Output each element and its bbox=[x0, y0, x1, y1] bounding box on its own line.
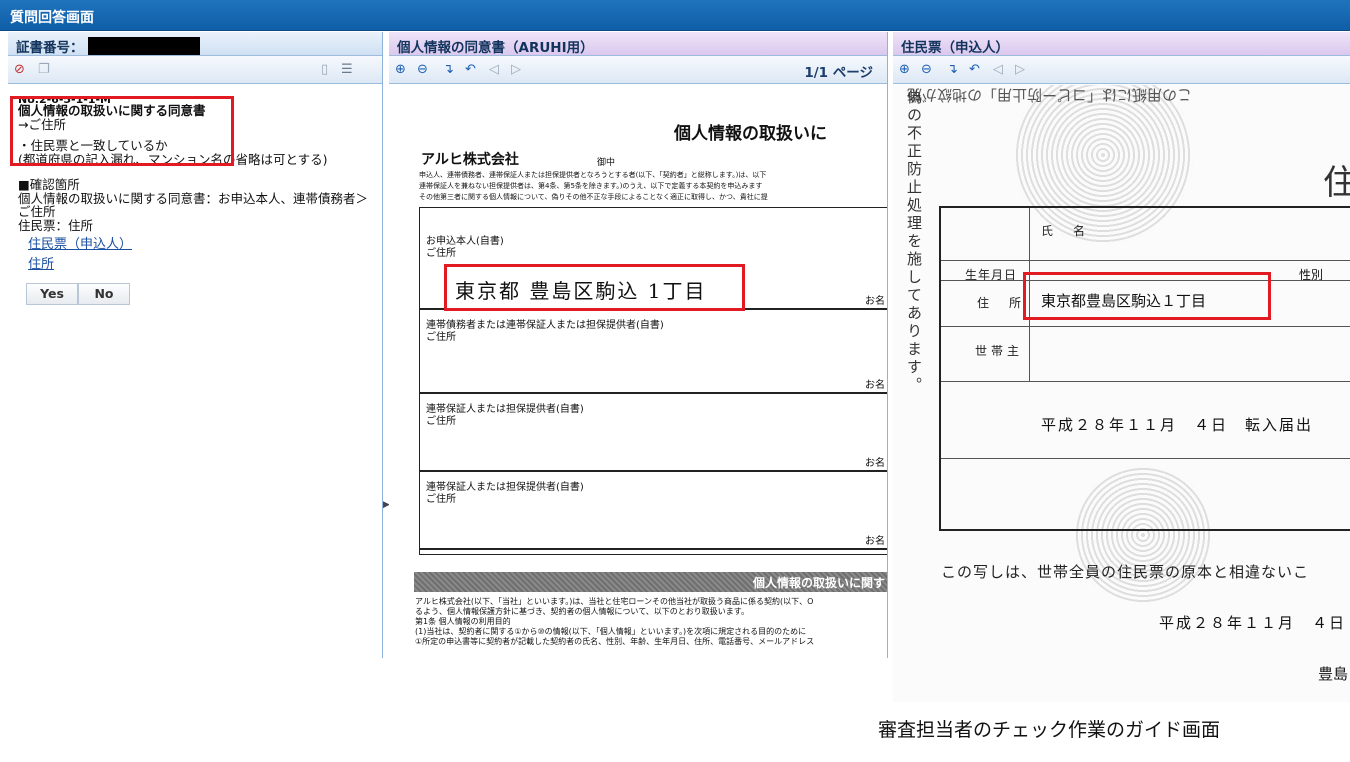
table-rule bbox=[941, 381, 1350, 382]
consent-band: 個人情報の取扱いに関す bbox=[414, 572, 887, 592]
body-line: ①所定の申込書等に契約者が記載した契約者の氏名、性別、年齢、生年月日、住所、電話… bbox=[415, 637, 815, 646]
zoom-out-icon[interactable]: ⊖ bbox=[921, 62, 932, 78]
guide-panel: 証書番号： ⊘ ❐ ▯ ☰ No.2-6-5-1-1-M 個人情報の取扱いに関す… bbox=[8, 32, 383, 658]
no-button[interactable]: No bbox=[78, 283, 130, 305]
name-label: お名 bbox=[865, 458, 885, 469]
list-view-icon[interactable]: ☰ bbox=[341, 62, 353, 78]
address-field-label: 住 所 bbox=[977, 296, 1026, 310]
screen-caption: 審査担当者のチェック作業のガイド画面 bbox=[878, 719, 1221, 741]
copy-guard-text: この用紙には「コピー防止用」の地紋が施 bbox=[907, 86, 1193, 104]
consent-doc-heading: 個人情報の取扱いに bbox=[674, 124, 827, 144]
viewer-toolbar: ⊕ ⊖ ↴ ↶ ◁ ▷ 1/1 ページ bbox=[389, 56, 887, 84]
name-label: お名 bbox=[865, 296, 885, 307]
table-rule bbox=[941, 260, 1350, 261]
zoom-out-icon[interactable]: ⊖ bbox=[417, 62, 428, 78]
onchu-label: 御中 bbox=[597, 158, 616, 168]
prev-page-icon[interactable]: ◁ bbox=[993, 62, 1003, 78]
guide-toolbar: ⊘ ❐ ▯ ☰ bbox=[8, 56, 382, 84]
zoom-in-icon[interactable]: ⊕ bbox=[899, 62, 910, 78]
household-head-label: 世帯主 bbox=[975, 344, 1024, 358]
intro-line: 連帯保証人を兼ねない担保提供者は、第4条、第5条を除きます。)のうえ、以下で定義… bbox=[419, 182, 763, 190]
table-rule bbox=[941, 458, 1350, 459]
residence-certificate-image: この用紙には「コピー防止用」の地紋が施 偽の不正防止処理を施してあります。 住 … bbox=[893, 85, 1350, 702]
page-icon[interactable]: ▯ bbox=[321, 62, 328, 78]
section-joint-debtor: 連帯債務者または連帯保証人または担保提供者(自書) ご住所 bbox=[426, 320, 664, 344]
section-divider bbox=[420, 548, 887, 550]
intro-text: 申込人、連帯債務者、連帯保証人または担保提供者となろうとする者(以下、「契約者」… bbox=[419, 170, 887, 203]
section-guarantor-1: 連帯保証人または担保提供者(自書) ご住所 bbox=[426, 404, 584, 428]
highlight-handwritten-address bbox=[444, 264, 745, 311]
zoom-in-icon[interactable]: ⊕ bbox=[395, 62, 406, 78]
body-line: アルヒ株式会社(以下、「当社」といいます。)は、当社と住宅ローンその他当社が取扱… bbox=[415, 597, 814, 606]
next-page-icon[interactable]: ▷ bbox=[511, 62, 521, 78]
certificate-number-label: 証書番号： bbox=[16, 40, 84, 56]
intro-line: 申込人、連帯債務者、連帯保証人または担保提供者となろうとする者(以下、「契約者」… bbox=[419, 171, 767, 179]
rotate-left-icon[interactable]: ↶ bbox=[969, 62, 980, 78]
next-page-icon[interactable]: ▷ bbox=[1015, 62, 1025, 78]
section-divider bbox=[420, 470, 887, 472]
yes-button[interactable]: Yes bbox=[26, 283, 78, 305]
link-juminhyo[interactable]: 住民票（申込人） bbox=[28, 238, 132, 252]
viewer-toolbar: ⊕ ⊖ ↴ ↶ ◁ ▷ bbox=[893, 56, 1350, 84]
rotate-right-icon[interactable]: ↴ bbox=[947, 62, 958, 78]
rotate-left-icon[interactable]: ↶ bbox=[465, 62, 476, 78]
yes-no-group: Yes No bbox=[26, 283, 378, 305]
issuer-fragment: 豊島 bbox=[1317, 665, 1348, 683]
guide-confirm-heading: ■確認箇所 bbox=[18, 177, 80, 192]
vertical-notice: 偽の不正防止処理を施してあります。 bbox=[905, 89, 923, 395]
section-divider bbox=[420, 392, 887, 394]
section-title: お申込本人(自書) bbox=[426, 236, 504, 247]
band-title: 個人情報の取扱いに関す bbox=[752, 576, 885, 590]
highlight-guide-box bbox=[10, 96, 234, 166]
section-title: 連帯保証人または担保提供者(自書) bbox=[426, 404, 584, 415]
body-line: 第1条 個人情報の利用目的 bbox=[415, 617, 511, 626]
residence-panel-header: 住民票（申込人） bbox=[893, 32, 1350, 56]
certificate-title-char: 住 bbox=[1323, 163, 1350, 203]
no-entry-icon[interactable]: ⊘ bbox=[14, 62, 25, 78]
intro-line: その他第三者に関する個人情報について、偽りその他不正な手段によることなく適正に取… bbox=[419, 193, 768, 201]
section-guarantor-2: 連帯保証人または担保提供者(自書) ご住所 bbox=[426, 482, 584, 506]
window-title: 質問回答画面 bbox=[0, 0, 1350, 31]
table-rule bbox=[941, 326, 1350, 327]
guide-confirm-line2: 住民票：住所 bbox=[18, 217, 94, 233]
body-line: (1)当社は、契約者に関する①から⑩の情報(以下、「個人情報」といいます。)を次… bbox=[415, 627, 807, 636]
section-title: 連帯保証人または担保提供者(自書) bbox=[426, 482, 584, 493]
consent-document-image: 個人情報の取扱いに アルヒ株式会社 御中 申込人、連帯債務者、連帯保証人または担… bbox=[389, 85, 887, 658]
name-field-label: 氏 名 bbox=[1041, 224, 1090, 238]
issue-date: 平成２８年１１月 ４日 bbox=[1159, 614, 1347, 632]
name-label: お名 bbox=[865, 380, 885, 391]
consent-panel-header: 個人情報の同意書（ARUHI用） bbox=[389, 32, 887, 56]
body-line: るよう、個人情報保護方針に基づき、契約者の個人情報について、以下のとおり取扱いま… bbox=[415, 607, 749, 616]
section-address-label: ご住所 bbox=[426, 248, 456, 259]
guide-confirm-line1: 個人情報の取扱いに関する同意書：お申込本人、連帯債務者＞ご住所 bbox=[18, 190, 369, 219]
page-count: 1/1 ページ bbox=[804, 65, 873, 81]
residence-certificate-panel: 住民票（申込人） ⊕ ⊖ ↴ ↶ ◁ ▷ この用紙には「コピー防止用」の地紋が施… bbox=[893, 32, 1350, 702]
company-name: アルヒ株式会社 bbox=[421, 152, 519, 168]
rotate-right-icon[interactable]: ↴ bbox=[443, 62, 454, 78]
section-address-label: ご住所 bbox=[426, 416, 456, 427]
certificate-number-header: 証書番号： bbox=[8, 32, 382, 56]
copy-icon[interactable]: ❐ bbox=[38, 62, 50, 78]
link-address[interactable]: 住所 bbox=[28, 257, 54, 272]
name-label: お名 bbox=[865, 536, 885, 547]
move-in-record: 平成２８年１１月 ４日 転入届出 bbox=[1041, 416, 1314, 434]
section-address-label: ご住所 bbox=[426, 494, 456, 505]
certification-text: この写しは、世帯全員の住民票の原本と相違ないこ bbox=[941, 563, 1310, 581]
section-address-label: ご住所 bbox=[426, 332, 456, 343]
highlight-certificate-address bbox=[1023, 272, 1271, 320]
section-title: 連帯債務者または連帯保証人または担保提供者(自書) bbox=[426, 320, 664, 331]
redacted-certificate-number bbox=[87, 37, 200, 55]
consent-body-text: アルヒ株式会社(以下、「当社」といいます。)は、当社と住宅ローンその他当社が取扱… bbox=[415, 597, 887, 647]
certificate-table: 氏 名 生年月日 性別 住 所 世帯主 bbox=[939, 206, 1350, 531]
consent-document-panel: 個人情報の同意書（ARUHI用） ⊕ ⊖ ↴ ↶ ◁ ▷ 1/1 ページ 個人情… bbox=[389, 32, 888, 658]
section-applicant: お申込本人(自書) ご住所 bbox=[426, 236, 504, 260]
signature-form: お申込本人(自書) ご住所 お名 連帯債務者または連帯保証人または担保提供者(自… bbox=[419, 207, 887, 555]
prev-page-icon[interactable]: ◁ bbox=[489, 62, 499, 78]
